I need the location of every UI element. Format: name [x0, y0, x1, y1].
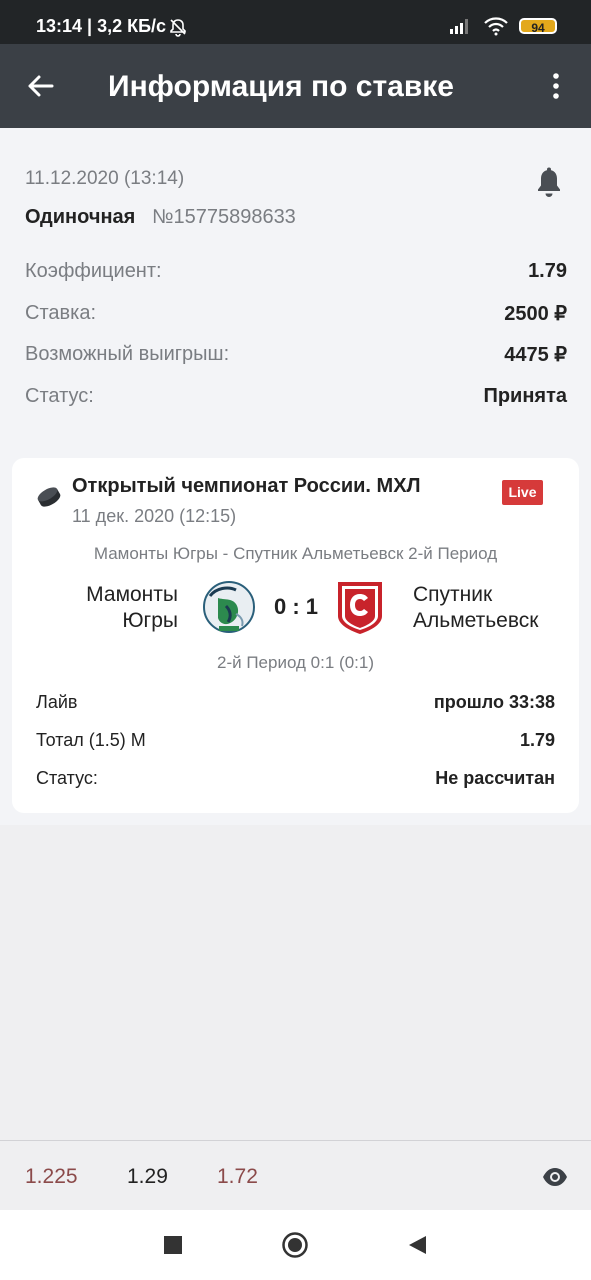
event-date: 11 дек. 2020 (12:15) [72, 506, 237, 526]
row-value: 1.79 [528, 259, 567, 282]
match-info: Мамонты Югры - Спутник Альметьевск 2-й П… [93, 544, 498, 563]
match-score: 0 : 1 [273, 594, 319, 619]
coefficient-row: Коэффициент: 1.79 [25, 256, 567, 286]
system-nav-bar [0, 1210, 591, 1280]
row-label: Коэффициент: [25, 259, 162, 282]
row-value: прошло 33:38 [433, 691, 555, 712]
home-button[interactable] [280, 1230, 310, 1260]
event-card[interactable]: Открытый чемпионат России. МХЛ 11 дек. 2… [12, 458, 579, 813]
odd-value[interactable]: 1.29 [127, 1165, 168, 1189]
row-label: Возможный выигрыш: [25, 342, 230, 365]
row-label: Статус: [36, 767, 98, 788]
status-row: Статус: Принята [25, 381, 567, 411]
event-status-row: Статус: Не рассчитан [36, 764, 555, 792]
circle-icon [282, 1232, 308, 1258]
away-team-line2: Альметьевск [413, 609, 539, 632]
home-team-line1: Мамонты [86, 583, 178, 606]
recents-button[interactable] [158, 1230, 188, 1260]
bet-date: 11.12.2020 (13:14) [25, 168, 185, 189]
bell-icon[interactable] [532, 166, 566, 200]
row-value: Принята [483, 384, 567, 407]
battery-icon: 94 [519, 18, 557, 35]
more-menu-button[interactable] [541, 66, 571, 106]
tournament-title: Открытый чемпионат России. МХЛ [72, 475, 421, 497]
bet-number: №15775898633 [152, 206, 296, 228]
signal-icon [450, 19, 468, 34]
row-value: 4475 ₽ [504, 343, 567, 366]
live-badge: Live [502, 480, 543, 505]
back-nav-button[interactable] [402, 1230, 432, 1260]
odds-bar: 1.225 1.29 1.72 [0, 1140, 591, 1210]
away-team-name: Спутник Альметьевск [413, 582, 573, 634]
more-vertical-icon [553, 73, 559, 99]
home-team-line2: Югры [122, 609, 178, 632]
home-team-name: Мамонты Югры [52, 582, 178, 634]
row-value: 2500 ₽ [504, 302, 567, 325]
app-bar: Информация по ставке [0, 44, 591, 128]
away-team-logo [338, 582, 382, 634]
live-row: Лайв прошло 33:38 [36, 688, 555, 716]
square-icon [164, 1236, 182, 1254]
hockey-puck-icon [37, 487, 61, 507]
row-label: Статус: [25, 384, 94, 407]
status-bar: 13:14 | 3,2 КБ/с 94 [0, 0, 591, 44]
total-row: Тотал (1.5) М 1.79 [36, 726, 555, 754]
arrow-left-icon [28, 75, 54, 97]
stake-row: Ставка: 2500 ₽ [25, 298, 567, 328]
mute-icon [170, 19, 186, 37]
home-team-logo [203, 581, 255, 633]
triangle-back-icon [409, 1236, 426, 1254]
away-team-line1: Спутник [413, 583, 493, 606]
odd-value[interactable]: 1.225 [25, 1165, 78, 1189]
eye-icon[interactable] [541, 1163, 569, 1191]
row-value: Не рассчитан [435, 767, 555, 788]
possible-win-row: Возможный выигрыш: 4475 ₽ [25, 339, 567, 369]
status-time: 13:14 | 3,2 КБ/с [36, 16, 167, 36]
wifi-icon [484, 17, 508, 36]
row-label: Ставка: [25, 301, 96, 324]
odd-value[interactable]: 1.72 [217, 1165, 258, 1189]
bet-type: Одиночная [25, 206, 136, 228]
row-value: 1.79 [519, 729, 555, 750]
row-label: Лайв [36, 691, 78, 712]
back-button[interactable] [20, 66, 60, 106]
page-title: Информация по ставке [108, 70, 454, 103]
row-label: Тотал (1.5) М [36, 729, 146, 750]
period-score: 2-й Период 0:1 (0:1) [217, 653, 374, 672]
